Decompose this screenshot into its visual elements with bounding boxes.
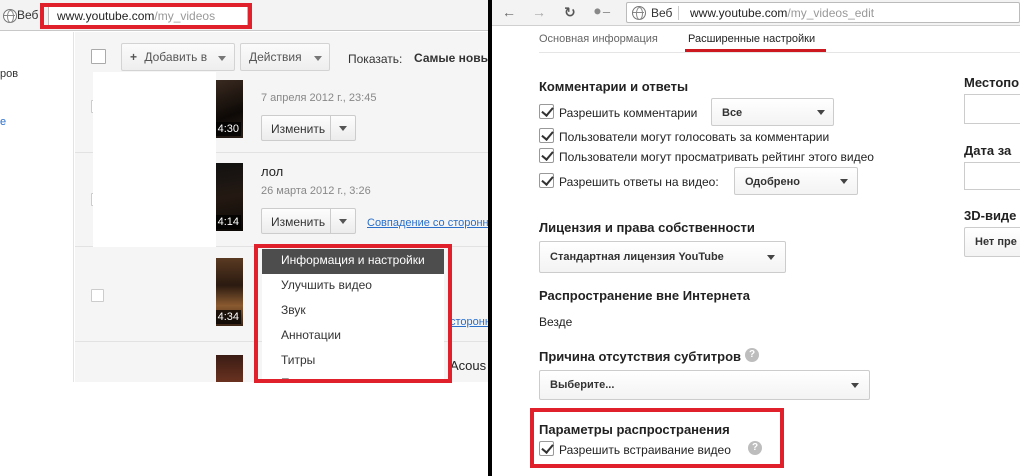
- chevron-down-icon: [767, 255, 775, 260]
- video-thumbnail[interactable]: 4:14: [216, 163, 243, 231]
- no-captions-value: Выберите...: [550, 379, 615, 391]
- search-engine-label: Веб: [651, 6, 673, 20]
- allow-comments-value: Все: [722, 107, 743, 119]
- video-title[interactable]: лол: [261, 164, 283, 179]
- offline-distribution-heading: Распространение вне Интернета: [539, 288, 750, 303]
- video-date: 7 апреля 2012 г., 23:45: [261, 92, 377, 104]
- my-videos-panel: Веб www.youtube.com/my_videos ров е + До…: [0, 0, 488, 476]
- actions-label: Действия: [249, 50, 302, 64]
- recording-date-input[interactable]: [964, 162, 1020, 190]
- browser-toolbar: ← → ↻ ⚫– Веб www.youtube.com/my_videos_e…: [492, 0, 1020, 26]
- no-captions-select[interactable]: Выберите...: [539, 370, 870, 400]
- vote-comments-checkbox[interactable]: [539, 128, 554, 143]
- video-3d-value: Нет пре: [975, 236, 1017, 248]
- forward-icon[interactable]: →: [532, 5, 546, 19]
- video-duration: 4:14: [216, 215, 241, 229]
- tab-divider: [539, 52, 1020, 53]
- back-icon[interactable]: ←: [502, 5, 516, 19]
- location-label: Местопо: [964, 75, 1020, 90]
- video-3d-select[interactable]: Нет пре: [964, 227, 1020, 257]
- search-engine-label: Веб: [17, 8, 39, 22]
- select-all-checkbox[interactable]: [91, 49, 106, 64]
- chevron-down-icon[interactable]: [339, 126, 347, 131]
- url-path: /my_videos_edit: [787, 6, 875, 20]
- no-captions-heading: Причина отсутствия субтитров: [539, 349, 742, 364]
- video-replies-select[interactable]: Одобрено: [734, 167, 858, 195]
- add-to-button[interactable]: + Добавить в: [121, 43, 235, 71]
- add-to-label: Добавить в: [144, 50, 208, 64]
- distribution-highlight: [530, 408, 784, 468]
- allow-comments-checkbox[interactable]: [539, 104, 554, 119]
- recording-date-label: Дата за: [964, 143, 1012, 158]
- url-field[interactable]: www.youtube.com/my_videos_edit: [690, 6, 874, 20]
- location-input[interactable]: [964, 94, 1020, 124]
- video-title[interactable]: Acous: [450, 358, 486, 373]
- view-rating-checkbox[interactable]: [539, 148, 554, 163]
- chevron-down-icon[interactable]: [339, 219, 347, 224]
- sort-select[interactable]: Самые новы: [414, 51, 488, 65]
- content-id-match-link[interactable]: сторонн: [450, 316, 488, 328]
- video-replies-label: Разрешить ответы на видео:: [559, 175, 719, 189]
- row-checkbox[interactable]: [91, 289, 104, 302]
- address-bar[interactable]: Веб www.youtube.com/my_videos_edit: [626, 2, 1020, 23]
- page-blank: [0, 382, 488, 476]
- license-select[interactable]: Стандартная лицензия YouTube: [539, 241, 786, 273]
- tab-basic-info[interactable]: Основная информация: [539, 33, 658, 45]
- allow-comments-label: Разрешить комментарии: [559, 106, 698, 120]
- video-replies-value: Одобрено: [745, 176, 800, 188]
- actions-button[interactable]: Действия: [240, 43, 330, 71]
- url-host: www.youtube.com: [690, 6, 788, 20]
- video-duration: 4:30: [216, 122, 241, 136]
- sidebar: ров е: [0, 32, 74, 382]
- edit-button[interactable]: Изменить: [261, 208, 356, 234]
- content-id-match-link[interactable]: Совпадение со сторонн: [367, 217, 488, 229]
- edit-button[interactable]: Изменить: [261, 115, 356, 141]
- chevron-down-icon: [218, 56, 226, 61]
- video-thumbnail[interactable]: 4:30: [216, 80, 243, 138]
- edit-label: Изменить: [271, 215, 326, 229]
- offline-distribution-value: Везде: [539, 315, 573, 329]
- button-divider: [330, 116, 331, 140]
- active-tab-indicator: [685, 49, 826, 52]
- chevron-down-icon: [840, 179, 848, 184]
- license-value: Стандартная лицензия YouTube: [550, 251, 724, 263]
- reload-icon[interactable]: ↻: [564, 5, 576, 19]
- video-duration: 4:34: [216, 310, 241, 324]
- button-divider: [330, 209, 331, 233]
- license-heading: Лицензия и права собственности: [539, 220, 755, 235]
- chevron-down-icon: [817, 110, 825, 115]
- key-icon[interactable]: ⚫–: [592, 5, 610, 19]
- sidebar-item[interactable]: ров: [0, 68, 18, 80]
- edit-label: Изменить: [271, 122, 326, 136]
- url-divider: [678, 6, 679, 20]
- plus-icon: +: [130, 50, 138, 64]
- globe-icon: [632, 6, 646, 20]
- vote-comments-label: Пользователи могут голосовать за коммент…: [559, 130, 830, 144]
- view-rating-label: Пользователи могут просматривать рейтинг…: [559, 150, 874, 164]
- comments-heading: Комментарии и ответы: [539, 79, 689, 94]
- globe-icon: [3, 9, 17, 23]
- show-label: Показать:: [348, 52, 403, 66]
- video-thumbnail[interactable]: [216, 355, 243, 382]
- allow-comments-select[interactable]: Все: [711, 98, 834, 126]
- video-edit-panel: ← → ↻ ⚫– Веб www.youtube.com/my_videos_e…: [492, 0, 1020, 476]
- chevron-down-icon: [314, 56, 322, 61]
- menu-highlight: [254, 244, 452, 383]
- url-highlight: [40, 3, 252, 29]
- video-thumbnail[interactable]: 4:34: [216, 258, 243, 326]
- video-3d-label: 3D-виде: [964, 208, 1017, 223]
- help-icon[interactable]: ?: [745, 348, 759, 362]
- sidebar-item[interactable]: е: [0, 116, 6, 128]
- chevron-down-icon: [851, 383, 859, 388]
- video-date: 26 марта 2012 г., 3:26: [261, 185, 371, 197]
- video-replies-checkbox[interactable]: [539, 173, 554, 188]
- redacted-area: [93, 72, 216, 247]
- tab-advanced-settings[interactable]: Расширенные настройки: [688, 33, 815, 45]
